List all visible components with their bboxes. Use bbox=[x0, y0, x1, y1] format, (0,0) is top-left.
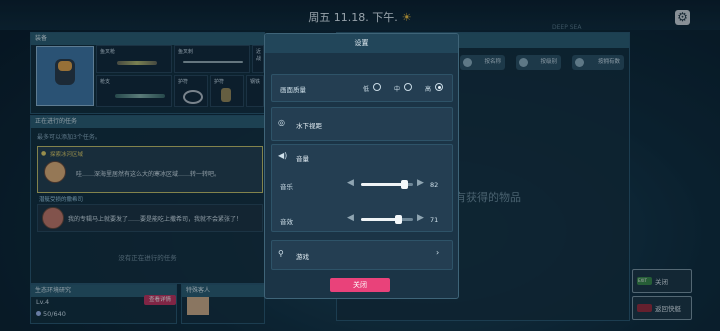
quality-low-radio[interactable] bbox=[373, 83, 381, 91]
quality-label: 画面质量 bbox=[280, 86, 306, 94]
underwater-view-row[interactable]: ◎ 水下视距 bbox=[271, 107, 453, 141]
settings-title: 设置 bbox=[265, 34, 458, 53]
goggles-icon: ◎ bbox=[278, 118, 285, 127]
quality-row: 画面质量 低 中 高 bbox=[271, 74, 453, 102]
volume-header: 音量 bbox=[296, 155, 309, 163]
music-label: 音乐 bbox=[280, 183, 293, 191]
sfx-slider-knob[interactable] bbox=[395, 215, 402, 224]
sfx-label: 音效 bbox=[280, 218, 293, 226]
underwater-view-label: 水下视距 bbox=[296, 122, 322, 130]
chevron-right-icon: › bbox=[436, 248, 440, 257]
music-slider-fill bbox=[361, 183, 404, 186]
volume-section: ◀) 音量 音乐 ◀ ▶ 82 音效 ◀ ▶ 71 bbox=[271, 144, 453, 232]
sfx-decrease-button[interactable]: ◀ bbox=[347, 213, 354, 223]
sfx-slider[interactable] bbox=[361, 215, 413, 224]
game-row[interactable]: ⚲ 游戏 › bbox=[271, 240, 453, 270]
music-decrease-button[interactable]: ◀ bbox=[347, 178, 354, 188]
music-value: 82 bbox=[430, 181, 439, 189]
settings-close-button[interactable]: 关闭 bbox=[330, 278, 390, 292]
music-increase-button[interactable]: ▶ bbox=[417, 178, 424, 188]
quality-high-radio[interactable] bbox=[435, 83, 443, 91]
sfx-slider-fill bbox=[361, 218, 398, 221]
sfx-value: 71 bbox=[430, 216, 439, 224]
quality-mid-radio[interactable] bbox=[404, 83, 412, 91]
music-slider[interactable] bbox=[361, 180, 413, 189]
speaker-icon: ◀) bbox=[278, 151, 288, 160]
game-label: 游戏 bbox=[296, 253, 309, 261]
sfx-increase-button[interactable]: ▶ bbox=[417, 213, 424, 223]
settings-modal: 设置 画面质量 低 中 高 ◎ 水下视距 ◀) 音量 音乐 ◀ ▶ 82 音效 … bbox=[264, 33, 459, 299]
music-slider-knob[interactable] bbox=[401, 180, 408, 189]
joystick-icon: ⚲ bbox=[278, 249, 284, 258]
